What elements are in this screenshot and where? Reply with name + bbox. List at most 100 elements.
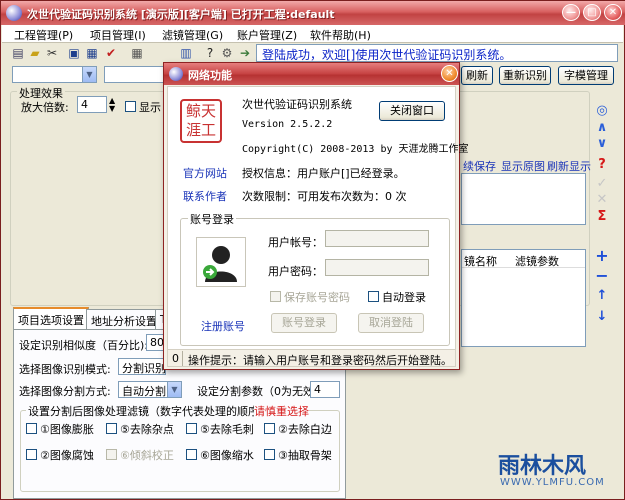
split-param-label: 设定分割参数（0为无效) [197, 385, 319, 398]
move-down-icon[interactable]: ↓ [595, 310, 609, 324]
process-effect-group [10, 91, 170, 306]
menu-project[interactable]: 工程管理(P) [14, 27, 73, 43]
cancel-login-button[interactable]: 取消登陆 [358, 313, 424, 333]
avatar [196, 237, 246, 287]
user-avatar-icon [203, 246, 237, 282]
show-original-link[interactable]: 显示原图 [501, 158, 545, 174]
check-icon[interactable]: ✔ [103, 45, 119, 61]
version-text: Version 2.5.2.2 [242, 119, 333, 130]
save-all-icon[interactable]: ▦ [84, 45, 100, 61]
status-divider [182, 351, 183, 366]
image-path-field[interactable] [104, 66, 166, 83]
menu-account[interactable]: 账户管理(Z) [237, 27, 297, 43]
similarity-label: 设定识别相似度（百分比): [19, 339, 148, 352]
cross-icon: ✕ [596, 192, 608, 207]
mode-label: 选择图像识别模式: [19, 363, 111, 376]
close-window-button[interactable]: 关闭窗口 [379, 101, 445, 121]
continue-save-link[interactable]: 续保存 [463, 158, 496, 174]
open-icon[interactable]: ▰ [27, 45, 43, 61]
filter-checkbox[interactable]: ②图像腐蚀 [26, 447, 94, 463]
project-select[interactable]: ▼ [12, 66, 97, 83]
chevron-down-icon: ▼ [82, 67, 96, 82]
target-icon[interactable]: ◎ [595, 104, 609, 118]
down-icon[interactable]: ∨ [595, 137, 609, 151]
menu-filter[interactable]: 滤镜管理(G) [162, 27, 223, 43]
close-button[interactable]: ✕ [604, 4, 622, 21]
app-icon [169, 67, 183, 81]
table-header: 镜名称 滤镜参数 [462, 250, 585, 268]
filter-checkbox[interactable]: ⑥图像缩水 [186, 447, 254, 463]
split-param-input[interactable]: 4 [310, 381, 340, 398]
menu-help[interactable]: 软件帮助(H) [310, 27, 371, 43]
filter-warning: 请慎重选择 [254, 403, 309, 419]
window-title: 次世代验证码识别系统 [演示版][客户端] 已打开工程:default [27, 8, 335, 21]
filter-checkbox[interactable]: ⑤去除杂点 [106, 421, 174, 437]
zoom-label: 放大倍数: [21, 101, 69, 114]
move-up-icon[interactable]: ↑ [595, 289, 609, 303]
product-name: 次世代验证码识别系统 [242, 98, 352, 111]
watermark: 雨林木风 WWW.YLMFU.COM [498, 448, 618, 494]
question-icon[interactable]: ? [595, 158, 609, 172]
tab-address-analysis[interactable]: 地址分析设置 [86, 309, 162, 329]
usage-limit: 次数限制：可用发布次数为：0 次 [242, 190, 407, 203]
username-input[interactable] [325, 230, 429, 247]
new-icon[interactable]: ▤ [10, 45, 26, 61]
grid-icon[interactable]: ▦ [129, 45, 145, 61]
mode-select[interactable]: 分割识别 [118, 358, 166, 375]
table-header-param: 滤镜参数 [515, 255, 559, 268]
tab-project-settings[interactable]: 项目选项设置 [13, 307, 89, 329]
dialog-title: 网络功能 [188, 69, 232, 82]
export-icon[interactable]: ➔ [237, 45, 253, 61]
watermark-url: WWW.YLMFU.COM [500, 477, 605, 488]
filter-checkbox[interactable]: ⑥倾斜校正 [106, 447, 174, 463]
website-link[interactable]: 官方网站 [183, 165, 227, 181]
minimize-button[interactable]: — [562, 4, 580, 21]
chevron-down-icon: ▼ [167, 382, 181, 397]
split-select[interactable]: 自动分割 ▼ [118, 381, 182, 398]
auto-login-checkbox[interactable]: 自动登录 [368, 289, 426, 305]
sigma-icon[interactable]: Σ [595, 210, 609, 224]
filter-checkbox[interactable]: ②去除白边 [264, 421, 332, 437]
check-icon: ✓ [596, 176, 608, 191]
settings-icon[interactable]: ⚙ [219, 45, 235, 61]
remove-icon[interactable]: − [595, 268, 609, 284]
refresh-display-link[interactable]: 刷新显示 [547, 158, 591, 174]
save-icon[interactable]: ▣ [66, 45, 82, 61]
maximize-button[interactable]: □ [583, 4, 601, 21]
recognize-button[interactable]: 重新识别 [499, 66, 551, 85]
zoom-input[interactable]: 4 [77, 96, 107, 113]
dialog-close-button[interactable]: ✕ [441, 65, 458, 82]
dialog-title-bar: 网络功能 ✕ [164, 63, 459, 85]
font-manage-button[interactable]: 字模管理 [558, 66, 614, 85]
password-input[interactable] [325, 259, 429, 276]
studio-logo: 鲸天 涯工 [180, 99, 222, 143]
zoom-spinner[interactable]: ▲ ▼ [109, 97, 115, 113]
add-icon[interactable]: + [595, 248, 609, 264]
network-dialog: 网络功能 ✕ 鲸天 涯工 次世代验证码识别系统 Version 2.5.2.2 … [163, 62, 469, 370]
help-cursor-icon[interactable]: ? [202, 45, 218, 61]
show-checkbox[interactable]: 显示 [125, 99, 161, 115]
contact-author-link[interactable]: 联系作者 [183, 188, 227, 204]
title-bar: 次世代验证码识别系统 [演示版][客户端] 已打开工程:default — □ … [1, 1, 625, 25]
menu-item[interactable]: 项目管理(I) [90, 27, 146, 43]
refresh-button[interactable]: 刷新 [461, 66, 493, 85]
filter-checkbox[interactable]: ③抽取骨架 [264, 447, 332, 463]
result-box [461, 173, 586, 225]
password-label: 用户密码： [268, 265, 323, 278]
filter-group-label: 设置分割后图像处理滤镜（数字代表处理的顺序） [26, 403, 272, 419]
filter-table[interactable]: 镜名称 滤镜参数 [461, 249, 586, 347]
save-password-checkbox[interactable]: 保存账号密码 [270, 289, 350, 305]
login-status-message: 登陆成功，欢迎[]使用次世代验证码识别系统。 [256, 44, 618, 62]
login-button[interactable]: 账号登录 [271, 313, 337, 333]
table-header-name: 镜名称 [464, 255, 497, 268]
bars-icon[interactable]: ▥ [178, 45, 194, 61]
filter-checkbox[interactable]: ⑤去除毛刺 [186, 421, 254, 437]
dialog-body: 鲸天 涯工 次世代验证码识别系统 Version 2.5.2.2 Copyrig… [167, 86, 469, 355]
filter-checkbox[interactable]: ①图像膨胀 [26, 421, 94, 437]
cut-icon[interactable]: ✂ [44, 45, 60, 61]
menu-bar: 工程管理(P) 项目管理(I) 滤镜管理(G) 账户管理(Z) 软件帮助(H) [2, 25, 623, 43]
register-link[interactable]: 注册账号 [201, 318, 245, 334]
up-icon[interactable]: ∧ [595, 121, 609, 135]
app-icon [6, 5, 22, 21]
watermark-text: 雨林木风 [498, 454, 587, 479]
